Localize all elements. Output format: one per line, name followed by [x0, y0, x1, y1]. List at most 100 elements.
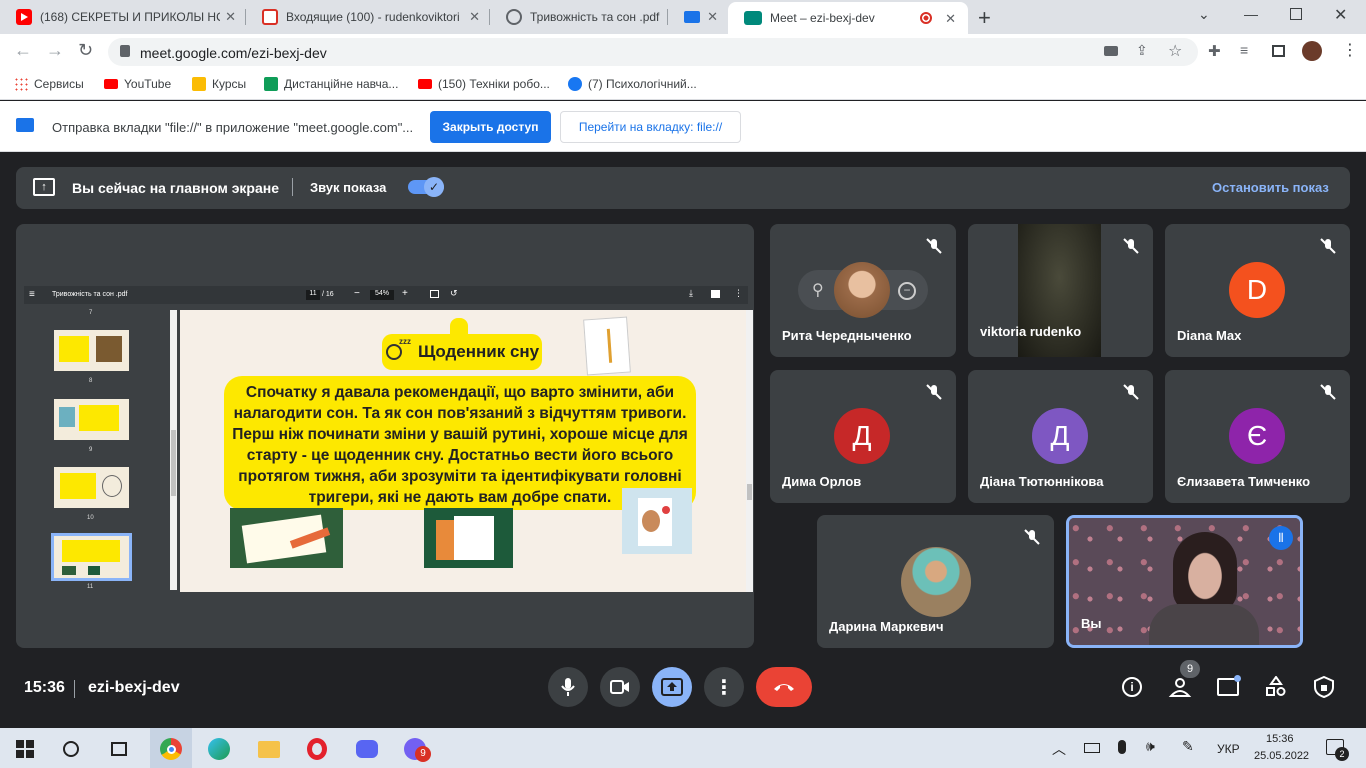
bookmark-apps[interactable]: Сервисы — [14, 77, 84, 91]
participant-tile[interactable]: Д Діана Тютюннікова — [968, 370, 1153, 503]
bookmark-techniques[interactable]: (150) Техніки робо... — [418, 77, 550, 91]
menu-icon[interactable]: ⋮ — [1342, 40, 1358, 60]
stop-sharing-button[interactable]: Закрыть доступ — [430, 111, 551, 143]
tab-youtube[interactable]: (168) СЕКРЕТЫ И ПРИКОЛЫ НОВ ✕ — [0, 0, 244, 34]
scrollbar-thumb[interactable] — [171, 430, 176, 496]
pdf-menu-icon[interactable]: ≡ — [29, 289, 35, 300]
participant-name: Дима Орлов — [782, 474, 862, 489]
pin-icon[interactable]: ⚲ — [812, 280, 824, 300]
bookmark-label: YouTube — [124, 77, 172, 91]
avatar: Д — [834, 408, 890, 464]
participant-tile[interactable]: Дарина Маркевич — [817, 515, 1054, 648]
participant-name: Дарина Маркевич — [829, 619, 944, 634]
language-indicator[interactable]: УКР — [1217, 742, 1240, 756]
present-screen-icon — [661, 678, 683, 696]
explorer-taskbar-button[interactable] — [256, 736, 282, 762]
pdf-zoom[interactable]: 54% — [370, 290, 394, 300]
volume-icon[interactable]: 🕪 — [1146, 738, 1155, 755]
url-text[interactable]: meet.google.com/ezi-bexj-dev — [140, 45, 327, 61]
start-button[interactable] — [12, 736, 38, 762]
discord-taskbar-button[interactable] — [354, 736, 380, 762]
pdf-thumbnail[interactable] — [54, 399, 129, 440]
discord-icon — [356, 740, 378, 758]
close-tab-icon[interactable]: ✕ — [707, 9, 718, 25]
fit-page-icon[interactable] — [430, 290, 439, 298]
participant-tile[interactable]: Д Дима Орлов — [770, 370, 956, 503]
present-button[interactable] — [652, 667, 692, 707]
pdf-more-icon[interactable]: ⋮ — [734, 288, 743, 299]
close-tab-icon[interactable]: ✕ — [469, 9, 480, 25]
microphone-button[interactable] — [548, 667, 588, 707]
camera-button[interactable] — [600, 667, 640, 707]
people-icon[interactable] — [1168, 676, 1192, 698]
download-icon[interactable]: ⤓ — [689, 288, 693, 299]
forward-icon[interactable]: → — [46, 40, 64, 61]
participant-tile[interactable]: D Diana Max — [1165, 224, 1350, 357]
bookmark-distance[interactable]: Дистанційне навча... — [264, 77, 398, 91]
slide-sleep-mark: zzz — [399, 337, 411, 346]
activities-icon[interactable] — [1266, 675, 1286, 698]
bookmark-facebook[interactable]: (7) Психологічний... — [568, 77, 697, 91]
extensions-icon[interactable]: ✚ — [1208, 42, 1221, 60]
slide-scroll-thumb[interactable] — [747, 484, 752, 500]
participant-name: Єлизавета Тимченко — [1177, 474, 1311, 489]
zoom-out-icon[interactable]: − — [354, 288, 360, 299]
camera-icon — [610, 680, 629, 694]
more-options-button[interactable]: ⋮ — [704, 667, 744, 707]
meeting-info-icon[interactable]: i — [1122, 677, 1142, 697]
presenting-status: Вы сейчас на главном экране — [72, 180, 280, 196]
sidepanel-icon[interactable] — [1272, 45, 1285, 57]
slide-notebook-image — [583, 316, 631, 376]
microphone-tray-icon[interactable] — [1118, 740, 1126, 754]
bookmark-youtube[interactable]: YouTube — [104, 77, 171, 91]
self-video-tile[interactable]: ⦀ Вы — [1066, 515, 1303, 648]
switch-to-tab-button[interactable]: Перейти на вкладку: file:// — [560, 111, 741, 143]
participant-tile[interactable]: viktoria rudenko — [968, 224, 1153, 357]
restore-button[interactable] — [1290, 8, 1302, 20]
edge-taskbar-button[interactable] — [206, 736, 232, 762]
task-view-button[interactable] — [106, 736, 132, 762]
apps-grid-icon — [14, 77, 28, 91]
tab-window[interactable]: ✕ — [668, 0, 726, 34]
media-icon[interactable]: ≡ — [1240, 42, 1248, 58]
profile-avatar[interactable] — [1302, 41, 1322, 61]
chrome-taskbar-button[interactable] — [158, 736, 184, 762]
stop-presenting-button[interactable]: Остановить показ — [1212, 180, 1329, 195]
tab-meet[interactable]: Meet – ezi-bexj-dev ✕ — [728, 2, 968, 34]
new-tab-button[interactable]: + — [978, 5, 991, 31]
close-tab-icon[interactable]: ✕ — [945, 11, 956, 27]
pdf-thumbnail[interactable] — [54, 467, 129, 508]
reload-icon[interactable]: ↻ — [78, 40, 93, 61]
pdf-thumbnail[interactable] — [54, 330, 129, 371]
back-icon[interactable]: ← — [14, 40, 32, 61]
tab-search-icon[interactable]: ⌄ — [1198, 6, 1210, 23]
search-button[interactable] — [58, 736, 84, 762]
close-window-button[interactable]: ✕ — [1334, 5, 1347, 25]
opera-taskbar-button[interactable] — [304, 736, 330, 762]
close-tab-icon[interactable]: ✕ — [225, 9, 236, 25]
bookmark-courses[interactable]: Курсы — [192, 77, 246, 91]
bookmark-star-icon[interactable]: ☆ — [1168, 41, 1182, 61]
battery-icon[interactable] — [1084, 743, 1100, 753]
clock-time[interactable]: 15:36 — [1266, 733, 1294, 745]
participant-tile[interactable]: Є Єлизавета Тимченко — [1165, 370, 1350, 503]
show-hidden-icons-icon[interactable]: ︿ — [1052, 739, 1066, 759]
rotate-icon[interactable]: ↺ — [450, 288, 458, 299]
slide-scrollbar[interactable] — [746, 310, 753, 592]
participant-name: Diana Max — [1177, 328, 1242, 343]
pen-icon[interactable]: ✎ — [1182, 738, 1194, 755]
share-icon[interactable]: ⇪ — [1136, 42, 1148, 59]
remove-icon[interactable]: − — [898, 282, 916, 300]
minimize-button[interactable]: — — [1244, 6, 1258, 22]
camera-status-icon[interactable] — [1104, 46, 1118, 56]
tab-pdf[interactable]: Тривожність та сон .pdf — [490, 0, 666, 34]
clock-date[interactable]: 25.05.2022 — [1254, 750, 1309, 762]
print-icon[interactable] — [711, 290, 720, 298]
zoom-in-icon[interactable]: + — [402, 288, 408, 299]
tab-gmail[interactable]: Входящие (100) - rudenkoviktori ✕ — [246, 0, 488, 34]
participant-tile[interactable]: ⚲ − Рита Чередныченко — [770, 224, 956, 357]
leave-call-button[interactable] — [756, 667, 812, 707]
pdf-thumbnail-selected[interactable] — [51, 533, 132, 581]
pdf-page-input[interactable]: 11 — [306, 290, 320, 300]
host-controls-icon[interactable] — [1314, 675, 1334, 699]
